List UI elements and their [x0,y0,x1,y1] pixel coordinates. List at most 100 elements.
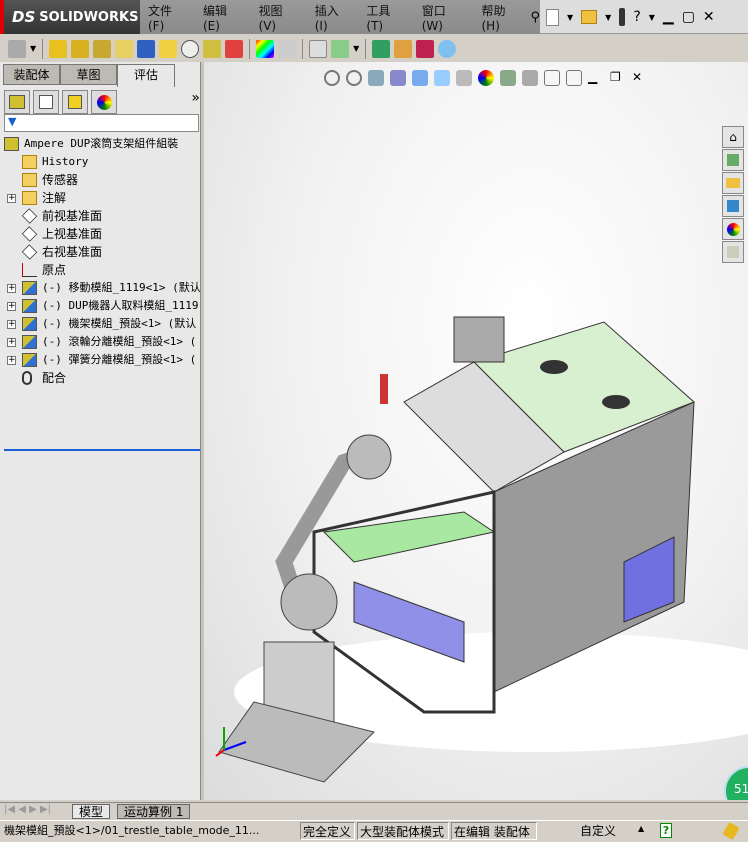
dropdown-icon[interactable]: ▼ [353,44,359,53]
section-properties-icon[interactable] [159,39,178,58]
expand-icon[interactable]: + [7,194,16,203]
feature-tree: Ampere DUP滚筒支架組件組裝 History 传感器 + 注解 前视基准面 上视基准… [0,135,200,387]
bottom-tab-bar: |◀ ◀ ▶ ▶| 模型 运动算例 1 [0,802,748,820]
clearance-verification-icon[interactable] [71,39,90,58]
zebra-stripes-icon[interactable] [256,39,275,58]
measure-icon[interactable] [115,39,134,58]
tree-item[interactable]: 上视基准面 [0,225,200,243]
pin-icon[interactable]: ⚲ [530,10,540,25]
sensor-icon[interactable] [181,39,200,58]
properties-icon [727,246,739,258]
assembly-visualization-icon[interactable] [203,39,222,58]
file-explorer-tab[interactable] [722,172,744,194]
tab-scroll-arrows[interactable]: |◀ ◀ ▶ ▶| [4,804,51,815]
appearances-tab[interactable] [722,218,744,240]
gauge-value: 51 [734,782,748,796]
folder-icon [726,178,740,188]
subassembly-icon [22,335,37,349]
new-dropdown-icon[interactable]: ▼ [567,13,573,22]
tree-item[interactable]: + (-) 移動模組_1119<1> (默认 [0,279,200,297]
tab-model[interactable]: 模型 [72,804,111,819]
expand-icon[interactable]: + [7,338,16,347]
tab-evaluate[interactable]: 评估 [117,64,175,87]
expand-icon[interactable]: + [7,302,16,311]
tree-item[interactable]: 右视基准面 [0,243,200,261]
design-library-tab[interactable] [722,149,744,171]
expand-icon[interactable]: + [7,320,16,329]
assembly-model[interactable] [204,62,748,800]
open-dropdown-icon[interactable]: ▼ [605,13,611,22]
rebuild-traffic-light-icon[interactable] [619,8,626,26]
menu-view[interactable]: 视图(V) [251,2,307,33]
help-icon[interactable]: ? [633,9,640,25]
menu-edit[interactable]: 编辑(E) [195,2,251,33]
tree-item[interactable]: 前视基准面 [0,207,200,225]
feature-manager-tree-button[interactable] [4,90,30,114]
tab-sketch[interactable]: 草图 [60,64,117,85]
property-manager-button[interactable] [33,90,59,114]
annotation-folder-icon [22,191,37,205]
floxpress-icon[interactable] [394,39,413,58]
tree-item[interactable]: 传感器 [0,171,200,189]
interference-detection-icon[interactable] [49,39,68,58]
menu-insert[interactable]: 插入(I) [307,2,359,33]
open-folder-icon[interactable] [581,10,598,24]
close-icon[interactable]: ✕ [703,9,715,25]
measure-options-icon[interactable] [8,39,26,58]
tree-item[interactable]: 配合 [0,369,200,387]
view-palette-tab[interactable] [722,195,744,217]
menu-tools[interactable]: 工具(T) [358,2,413,33]
tree-item[interactable]: + (-) DUP機器人取料模組_1119 [0,297,200,315]
graphics-area[interactable]: ▁ ❐ ✕ 51 [204,62,748,800]
display-manager-button[interactable] [91,90,117,114]
mass-properties-icon[interactable] [137,39,156,58]
subassembly-icon [22,281,37,295]
performance-evaluation-icon[interactable] [309,39,328,58]
tag-icon[interactable] [722,821,740,841]
separator [365,38,367,59]
tree-item[interactable]: Ampere DUP滚筒支架組件組裝 [0,135,200,153]
minimize-icon[interactable]: ▁ [663,9,674,25]
menu-window[interactable]: 窗口(W) [414,2,474,33]
menu-help[interactable]: 帮助(H) [473,2,530,33]
draft-analysis-icon[interactable] [278,39,297,58]
solidworks-resources-tab[interactable]: ⌂ [722,126,744,148]
new-document-icon[interactable] [546,8,559,26]
expand-icon[interactable]: + [7,284,16,293]
rollback-bar[interactable] [4,449,200,451]
solidworks-logo[interactable]: DS SOLIDWORKS [0,0,140,34]
design-check-icon[interactable] [331,39,350,58]
tab-motion-study[interactable]: 运动算例 1 [117,804,191,819]
configuration-manager-button[interactable] [62,90,88,114]
tree-item[interactable]: History [0,153,200,171]
hole [540,360,568,374]
tree-item[interactable]: 原点 [0,261,200,279]
tree-item-label: 传感器 [42,173,79,187]
tab-assembly[interactable]: 装配体 [3,64,60,85]
tree-item[interactable]: + (-) 機架模組_預設<1> (默认 [0,315,200,333]
custom-properties-tab[interactable] [722,241,744,263]
maximize-icon[interactable]: ▢ [682,9,695,25]
dfmxpress-icon[interactable] [416,39,435,58]
status-bar: 機架模組_預設<1>/01_trestle_table_mode_11... 完… [0,820,748,841]
simulation-xpress-icon[interactable] [372,39,391,58]
hole-alignment-icon[interactable] [93,39,112,58]
menu-file[interactable]: 文件(F) [140,2,195,33]
filter-input[interactable]: ▼ [4,114,199,132]
more-tabs-button[interactable]: » [191,90,200,114]
sustainability-icon[interactable] [438,39,457,58]
help-button[interactable]: ? [660,823,672,838]
check-icon[interactable] [225,39,244,58]
assembly-icon [4,137,19,151]
status-definition: 完全定义 [300,822,355,840]
dropdown-icon[interactable]: ▼ [30,44,36,53]
units-arrow-icon[interactable]: ▲ [638,824,644,833]
tree-item[interactable]: + 注解 [0,189,200,207]
tree-item[interactable]: + (-) 滾輪分離模組_預設<1> ( [0,333,200,351]
controller-box [453,316,505,363]
status-units[interactable]: 自定义 [553,822,643,840]
expand-icon[interactable]: + [7,356,16,365]
help-dropdown-icon[interactable]: ▼ [649,13,655,22]
tree-item-label: History [42,155,89,168]
tree-item[interactable]: + (-) 彈簧分離模組_預設<1> ( [0,351,200,369]
